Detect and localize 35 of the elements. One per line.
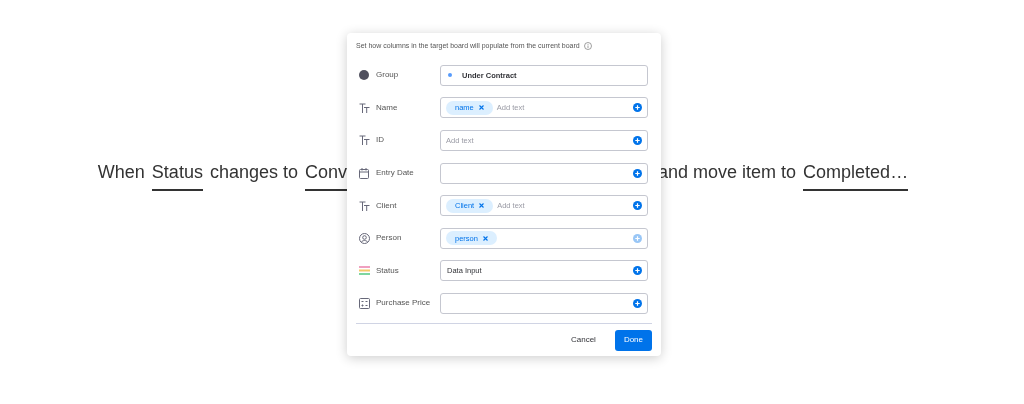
text-icon xyxy=(358,102,370,113)
add-icon[interactable] xyxy=(633,266,642,276)
person-icon xyxy=(358,232,370,244)
done-button[interactable]: Done xyxy=(614,329,652,351)
numbers-icon xyxy=(358,297,370,309)
text-icon xyxy=(358,200,370,211)
column-label: Group xyxy=(376,69,400,82)
column-label: Purchase Price xyxy=(376,297,432,310)
mapping-field[interactable] xyxy=(440,162,648,184)
text-icon xyxy=(358,135,370,146)
underlined-word[interactable]: Completed… xyxy=(803,159,909,191)
remove-icon[interactable] xyxy=(482,235,488,241)
add-icon[interactable] xyxy=(633,168,642,178)
column-label: Status xyxy=(376,264,400,277)
column-label: ID xyxy=(376,134,385,147)
calendar-icon xyxy=(359,167,369,179)
add-icon[interactable] xyxy=(633,201,642,211)
dot-icon xyxy=(448,73,452,78)
status-icon xyxy=(358,266,370,276)
column-label: Entry Date xyxy=(376,167,415,180)
mapping-field[interactable] xyxy=(440,292,648,314)
info-icon[interactable] xyxy=(583,42,592,50)
column-label: Client xyxy=(376,199,398,212)
add-icon[interactable] xyxy=(633,298,642,308)
sentence-text: changes to xyxy=(209,161,298,184)
circle-icon xyxy=(359,70,369,81)
cancel-button[interactable]: Cancel xyxy=(561,329,605,351)
sentence-text: When xyxy=(97,161,145,184)
add-icon[interactable] xyxy=(633,103,642,113)
underlined-word[interactable]: Status xyxy=(151,159,203,191)
remove-icon[interactable] xyxy=(479,203,485,209)
column-label: Name xyxy=(376,101,399,114)
add-icon[interactable] xyxy=(633,136,642,145)
remove-icon[interactable] xyxy=(478,105,484,111)
column-label: Person xyxy=(376,232,403,245)
